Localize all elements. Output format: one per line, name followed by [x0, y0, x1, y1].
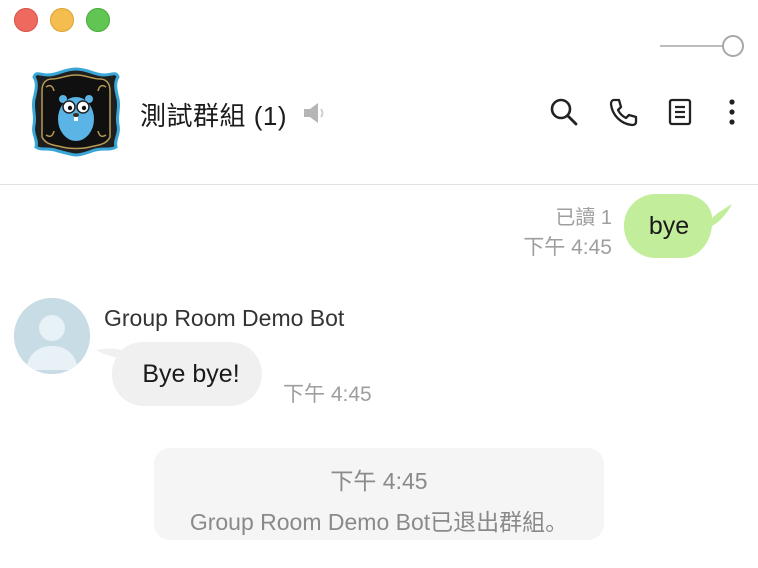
system-notice: 下午 4:45 Group Room Demo Bot已退出群組。 [154, 448, 604, 540]
window-titlebar [0, 0, 758, 40]
chat-header: 測試群組 (1) [0, 60, 758, 185]
system-notice-text: Group Room Demo Bot已退出群組。 [189, 509, 569, 535]
window-opacity-slider[interactable] [660, 34, 744, 58]
search-icon[interactable] [548, 96, 580, 128]
sender-name: Group Room Demo Bot [104, 305, 345, 331]
message-time: 下午 4:45 [523, 236, 612, 259]
system-notice-time: 下午 4:45 [330, 468, 428, 494]
more-icon[interactable] [716, 96, 748, 128]
incoming-message-text[interactable]: Bye bye! [114, 342, 268, 406]
zoom-window-button[interactable] [86, 8, 110, 32]
group-name-title: 測試群組 (1) [140, 101, 288, 131]
phone-icon[interactable] [606, 96, 638, 128]
bot-avatar[interactable] [14, 298, 90, 374]
outgoing-message-text[interactable]: bye [624, 194, 714, 258]
slider-knob[interactable] [722, 35, 744, 57]
notes-icon[interactable] [664, 96, 696, 128]
speaker-icon[interactable] [300, 99, 328, 127]
close-window-button[interactable] [14, 8, 38, 32]
read-receipt-label: 已讀 1 [555, 207, 612, 229]
minimize-window-button[interactable] [50, 8, 74, 32]
go-gopher-avatar-icon[interactable] [30, 65, 122, 157]
message-time: 下午 4:45 [283, 383, 372, 406]
